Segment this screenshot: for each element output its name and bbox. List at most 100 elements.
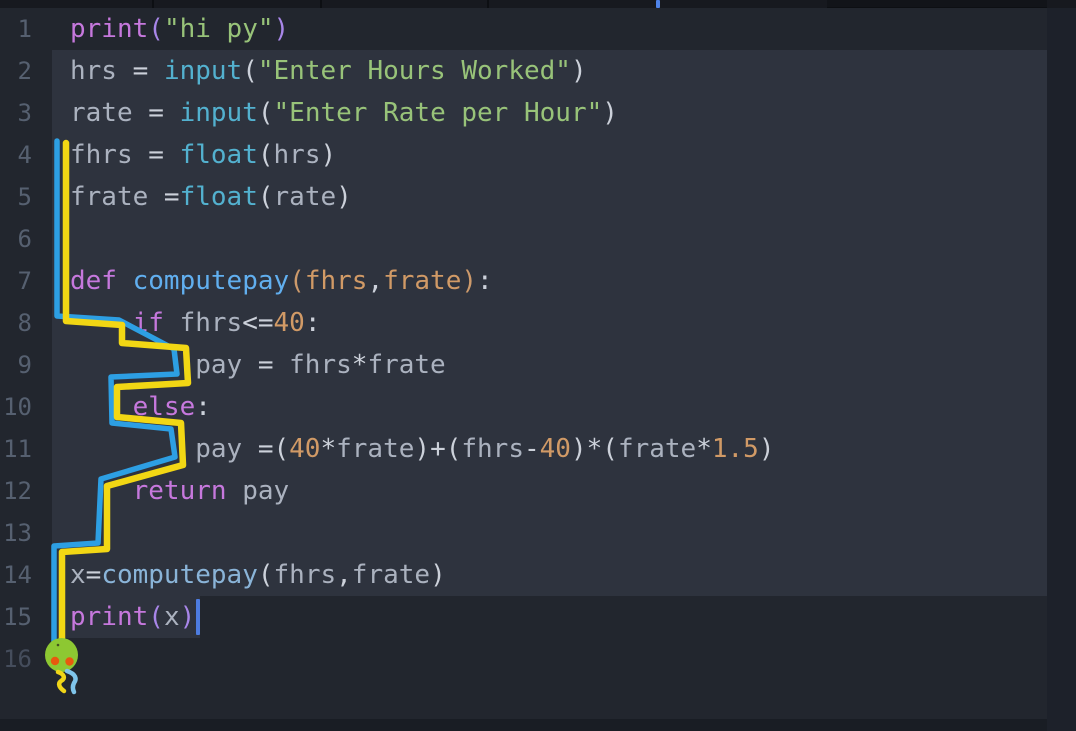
code-token: ) (180, 602, 196, 632)
code-line[interactable]: 7def computepay(fhrs,frate): (0, 260, 1076, 302)
code-token: "Enter Hours Worked" (258, 56, 571, 86)
code-token: computepay (117, 266, 289, 296)
code-token: <= (242, 308, 273, 338)
code-editor[interactable]: 1print("hi py")2hrs = input("Enter Hours… (0, 8, 1076, 731)
code-token: fhrs (70, 140, 148, 170)
screen: 1print("hi py")2hrs = input("Enter Hours… (0, 0, 1076, 731)
code-line[interactable]: 8 if fhrs<=40: (0, 302, 1076, 344)
code-token: = (148, 140, 179, 170)
code-token: ( (289, 266, 305, 296)
code-token: ( (242, 56, 258, 86)
code-token: pay (227, 476, 290, 506)
code-token: frate (367, 350, 445, 380)
line-number: 2 (0, 50, 52, 92)
code-token: ( (274, 434, 290, 464)
code-line-text[interactable]: else: (52, 386, 1076, 428)
code-token: ( (258, 140, 274, 170)
code-token: ( (258, 560, 274, 590)
code-token: if (70, 308, 164, 338)
line-number: 9 (0, 344, 52, 386)
code-token: print (70, 602, 148, 632)
code-token: 1.5 (712, 434, 759, 464)
code-token: def (70, 266, 117, 296)
code-token: input (180, 98, 258, 128)
inactive-tab[interactable] (827, 0, 1047, 8)
code-line-text[interactable]: print("hi py") (52, 8, 1076, 50)
active-tab-indicator (656, 0, 660, 8)
code-token: float (180, 140, 258, 170)
code-token: float (180, 182, 258, 212)
code-line[interactable]: 10 else: (0, 386, 1076, 428)
code-line[interactable]: 15print(x) (0, 596, 1076, 638)
code-token: , (367, 266, 383, 296)
code-token: fhrs (305, 266, 368, 296)
code-line-text[interactable]: return pay (52, 470, 1076, 512)
code-line-text[interactable]: rate = input("Enter Rate per Hour") (52, 92, 1076, 134)
code-token: "Enter Rate per Hour" (274, 98, 603, 128)
code-token: x (70, 560, 86, 590)
code-line[interactable]: 1print("hi py") (0, 8, 1076, 50)
code-token: 40 (274, 308, 305, 338)
line-number: 3 (0, 92, 52, 134)
code-token: ( (602, 434, 618, 464)
code-token: fhrs (461, 434, 524, 464)
code-line-text[interactable]: x=computepay(fhrs,frate) (52, 554, 1076, 596)
text-cursor (196, 599, 200, 635)
code-line-text[interactable]: frate =float(rate) (52, 176, 1076, 218)
selection-highlight (52, 512, 1047, 554)
code-token: hrs (274, 140, 321, 170)
code-line-text[interactable]: pay = fhrs*frate (52, 344, 1076, 386)
code-line[interactable]: 4fhrs = float(hrs) (0, 134, 1076, 176)
code-token: = (86, 560, 102, 590)
code-token: input (164, 56, 242, 86)
code-token: * (696, 434, 712, 464)
code-line-text[interactable] (52, 218, 1076, 260)
line-number: 10 (0, 386, 52, 428)
code-line-text[interactable]: if fhrs<=40: (52, 302, 1076, 344)
line-number: 7 (0, 260, 52, 302)
code-token: return (70, 476, 227, 506)
code-token: ) (430, 560, 446, 590)
code-line-text[interactable]: pay =(40*frate)+(fhrs-40)*(frate*1.5) (52, 428, 1076, 470)
code-lines: 1print("hi py")2hrs = input("Enter Hours… (0, 8, 1076, 680)
code-token: ) (759, 434, 775, 464)
code-token: ) (602, 98, 618, 128)
code-token: frate (336, 434, 414, 464)
code-line-text[interactable] (52, 638, 1076, 680)
line-number: 15 (0, 596, 52, 638)
code-line-text[interactable]: def computepay(fhrs,frate): (52, 260, 1076, 302)
code-line[interactable]: 16 (0, 638, 1076, 680)
code-token: * (352, 350, 368, 380)
code-line-text[interactable]: hrs = input("Enter Hours Worked") (52, 50, 1076, 92)
code-line[interactable]: 6 (0, 218, 1076, 260)
code-token: ) (274, 14, 290, 44)
code-token: frate (383, 266, 461, 296)
line-number: 1 (0, 8, 52, 50)
code-token: ( (446, 434, 462, 464)
code-token: : (305, 308, 321, 338)
code-line[interactable]: 14x=computepay(fhrs,frate) (0, 554, 1076, 596)
code-line[interactable]: 5frate =float(rate) (0, 176, 1076, 218)
line-number: 4 (0, 134, 52, 176)
code-line-text[interactable]: fhrs = float(hrs) (52, 134, 1076, 176)
bottom-bar (0, 719, 1047, 731)
code-token: 40 (289, 434, 320, 464)
code-line[interactable]: 12 return pay (0, 470, 1076, 512)
code-line[interactable]: 9 pay = fhrs*frate (0, 344, 1076, 386)
code-line[interactable]: 2hrs = input("Enter Hours Worked") (0, 50, 1076, 92)
code-token: pay (70, 434, 258, 464)
code-token: x (164, 602, 180, 632)
code-line-text[interactable]: print(x) (52, 596, 1076, 638)
code-token: frate (70, 182, 164, 212)
code-token: ) (461, 266, 477, 296)
code-line[interactable]: 13 (0, 512, 1076, 554)
code-token: ) (321, 140, 337, 170)
browser-tab-strip[interactable] (0, 0, 1076, 8)
code-token: "hi py" (164, 14, 274, 44)
code-token: = (148, 98, 179, 128)
selection-highlight (52, 218, 1047, 260)
line-number: 14 (0, 554, 52, 596)
code-line-text[interactable] (52, 512, 1076, 554)
code-line[interactable]: 11 pay =(40*frate)+(fhrs-40)*(frate*1.5) (0, 428, 1076, 470)
code-line[interactable]: 3rate = input("Enter Rate per Hour") (0, 92, 1076, 134)
